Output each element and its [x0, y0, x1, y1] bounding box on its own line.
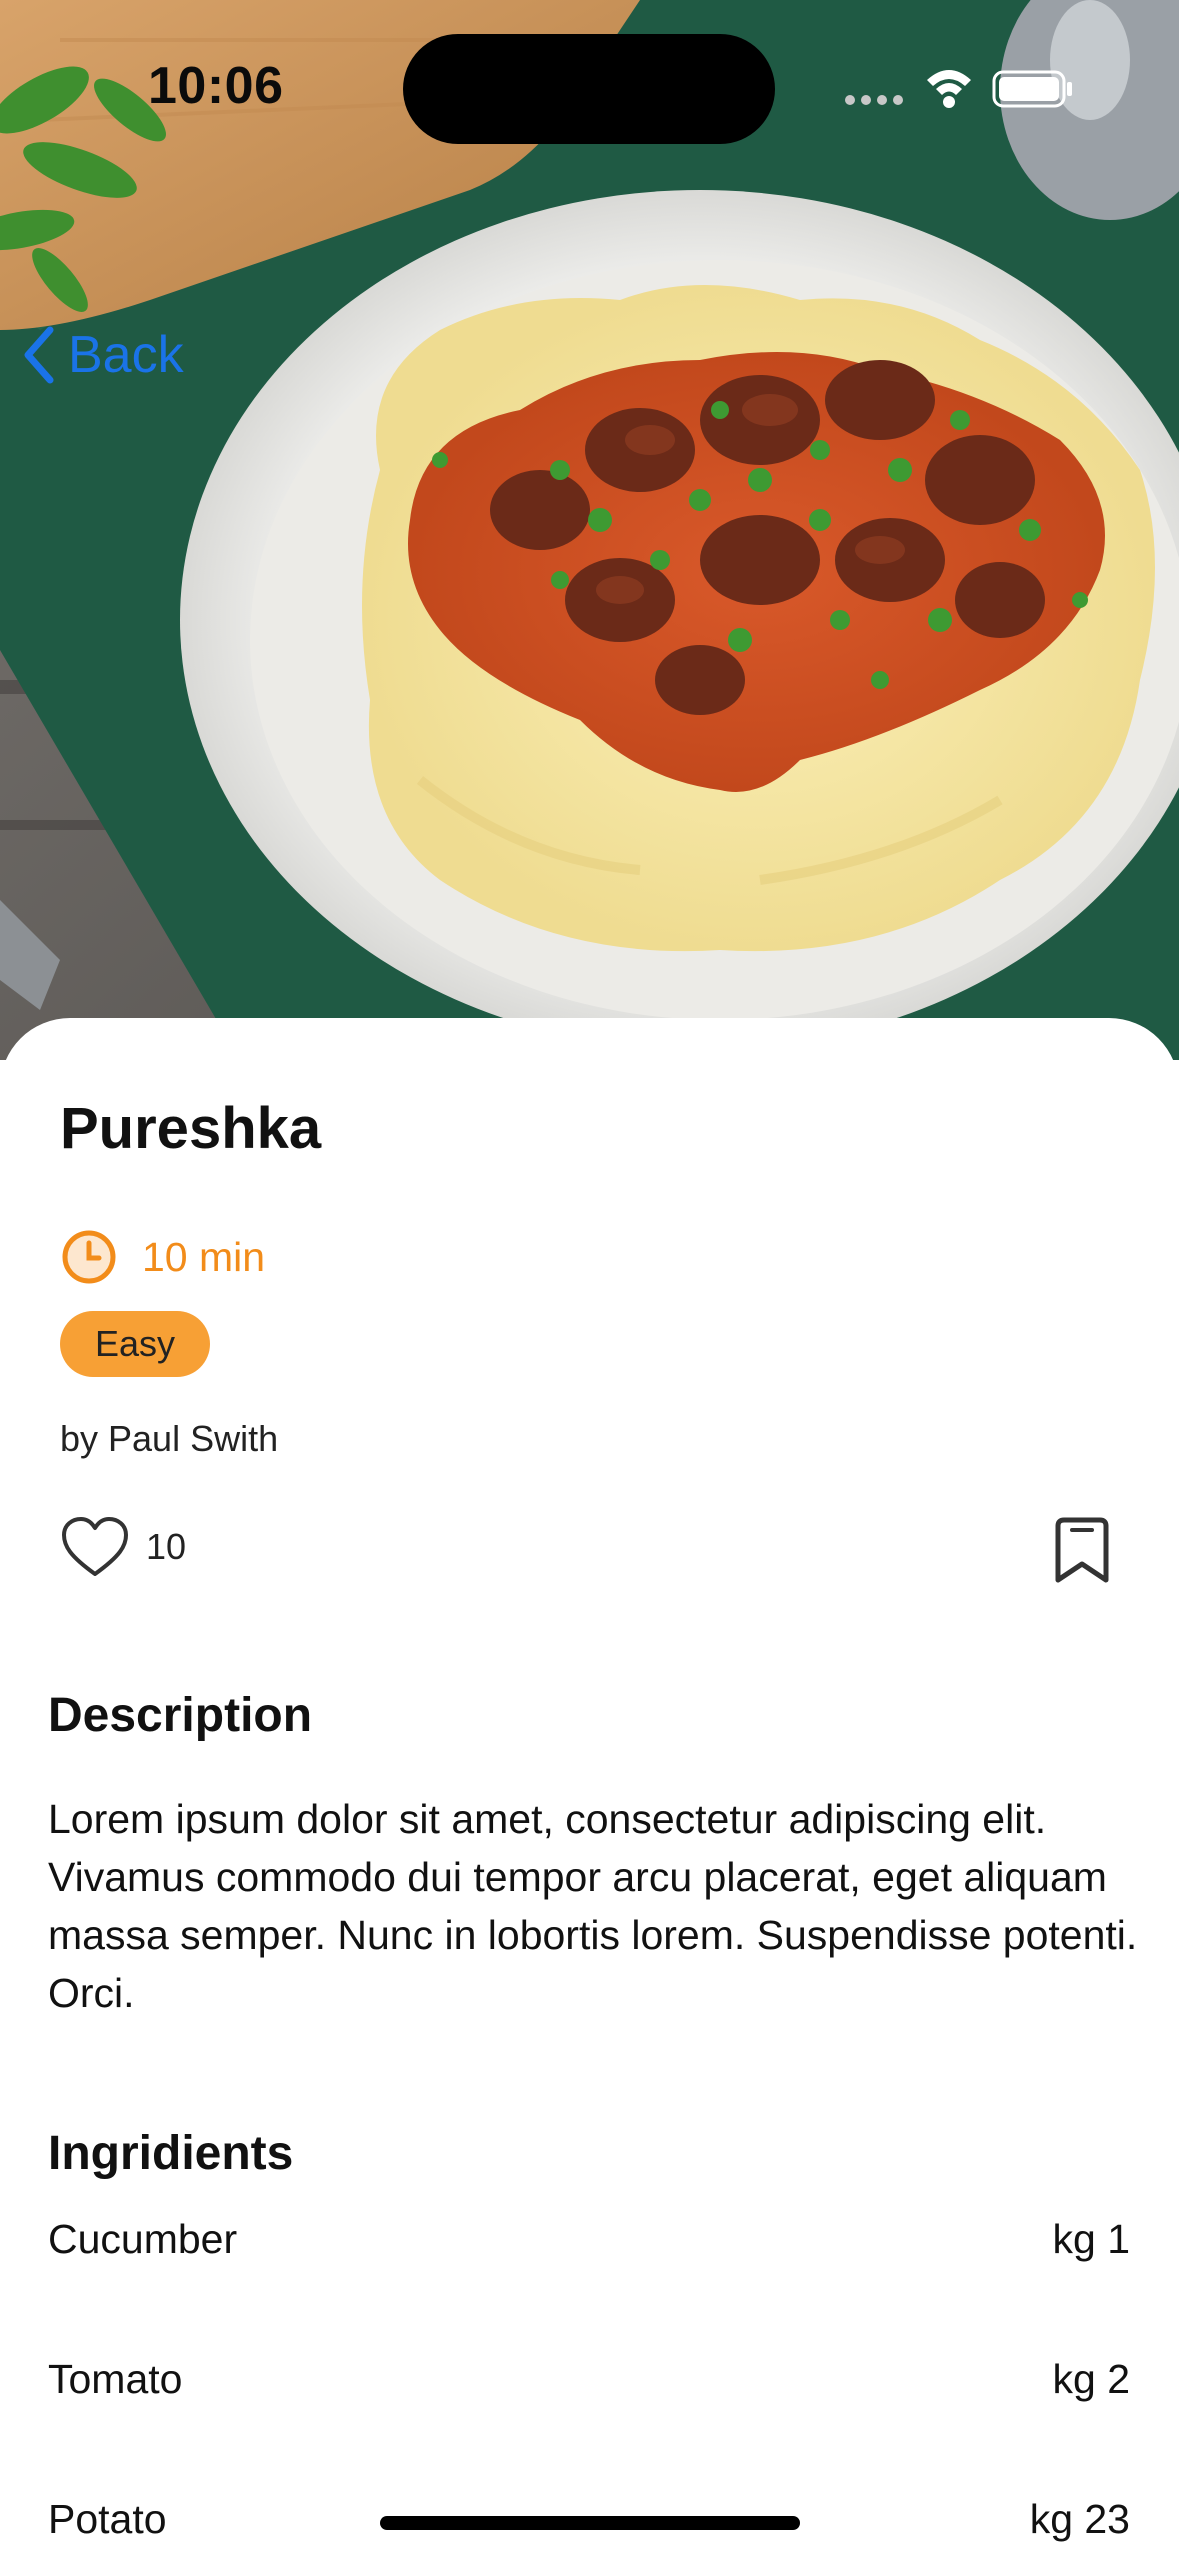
description-text: Lorem ipsum dolor sit amet, consectetur …	[48, 1796, 1138, 2016]
ingredient-amount: kg 23	[1029, 2496, 1130, 2542]
heart-icon	[62, 1517, 128, 1576]
ingredient-name: Potato	[48, 2496, 167, 2542]
recipe-photo	[0, 0, 1179, 1060]
dynamic-island	[403, 34, 775, 144]
ingredients-heading: Ingridients	[48, 2127, 294, 2180]
bookmark-button[interactable]	[1050, 1516, 1114, 1591]
status-time: 10:06	[148, 57, 284, 115]
battery-icon	[992, 70, 1072, 108]
wifi-icon	[927, 70, 971, 108]
ingredient-name: Tomato	[48, 2356, 183, 2402]
cook-time-label: 10 min	[142, 1233, 266, 1280]
back-label: Back	[68, 326, 184, 384]
ingredient-name: Cucumber	[48, 2216, 238, 2262]
recipe-title: Pureshka	[60, 1096, 322, 1161]
home-indicator[interactable]	[380, 2516, 800, 2530]
bookmark-icon	[1055, 1517, 1109, 1583]
description-heading: Description	[48, 1689, 313, 1742]
status-indicators	[845, 70, 1072, 108]
difficulty-badge: Easy	[60, 1311, 210, 1377]
status-icons	[844, 62, 1084, 112]
like-button[interactable]: 10	[60, 1516, 186, 1578]
clock-icon	[62, 1230, 116, 1284]
cook-time: 10 min	[60, 1228, 265, 1286]
like-count: 10	[146, 1526, 187, 1567]
chevron-left-icon	[24, 326, 54, 384]
ingredient-row: Tomato kg 2	[48, 2356, 1130, 2403]
ingredient-row: Cucumber kg 1	[48, 2216, 1130, 2263]
ingredient-amount: kg 2	[1052, 2356, 1131, 2402]
food-illustration	[0, 0, 1179, 1060]
author-label: by Paul Swith	[60, 1418, 279, 1459]
ingredient-amount: kg 1	[1052, 2216, 1131, 2262]
back-button[interactable]: Back	[22, 325, 184, 385]
signal-icon	[845, 95, 903, 105]
